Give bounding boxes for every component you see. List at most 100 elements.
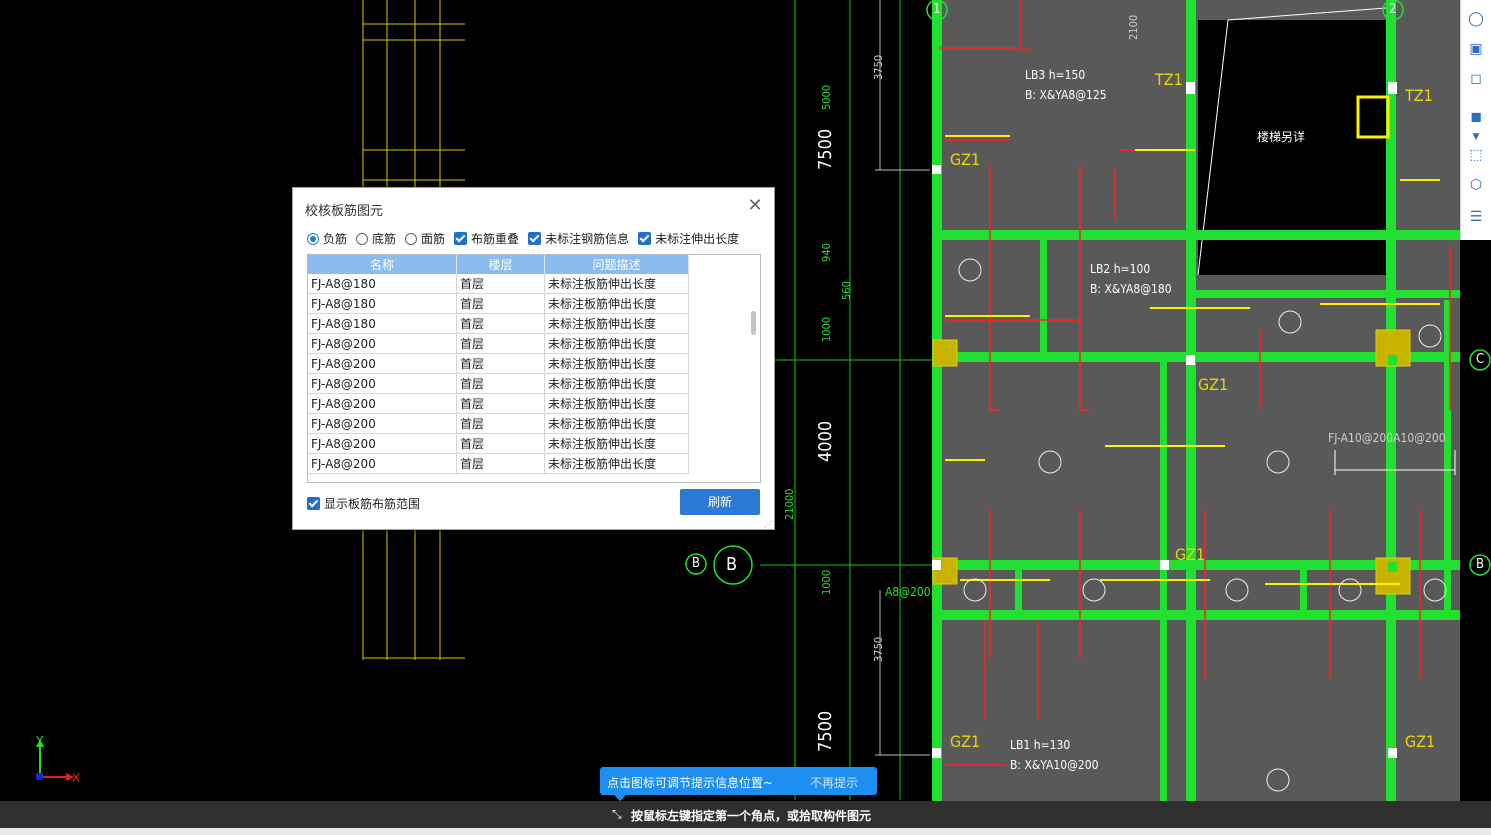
- checkbox-label: 未标注伸出长度: [655, 232, 740, 246]
- dimension-text: 21000: [783, 488, 796, 520]
- ucs-axis-icon: Y X: [35, 735, 80, 785]
- radio-label: 面筋: [421, 232, 446, 246]
- col-header-floor[interactable]: 楼层: [456, 255, 545, 274]
- checkbox-icon[interactable]: [638, 232, 652, 245]
- table-row[interactable]: FJ-A8@200 首层 未标注板筋伸出长度: [308, 353, 689, 374]
- box-icon[interactable]: ◻: [1466, 70, 1486, 88]
- cell-name: FJ-A8@180: [308, 274, 457, 294]
- resize-grip-icon[interactable]: ⋰: [764, 520, 772, 529]
- bottom-tabs-bar: [0, 828, 1491, 835]
- cell-name: FJ-A8@200: [308, 393, 457, 414]
- table-row[interactable]: FJ-A8@180 首层 未标注板筋伸出长度: [308, 293, 689, 314]
- table-row[interactable]: FJ-A8@200 首层 未标注板筋伸出长度: [308, 373, 689, 394]
- check-no-extension-length[interactable]: 未标注伸出长度: [638, 230, 739, 247]
- list-icon[interactable]: ☰: [1466, 208, 1486, 226]
- grid-mark: B: [692, 556, 701, 571]
- cube-icon[interactable]: ⬡: [1466, 176, 1486, 194]
- column-label: GZ1: [950, 150, 981, 169]
- radio-bottom-rebar[interactable]: 底筋: [356, 230, 396, 247]
- check-slab-rebar-dialog: 校核板筋图元 ✕ 负筋 底筋 面筋 布筋重叠 未标注钢筋信息 未标注伸出长度 名…: [292, 187, 775, 530]
- dialog-title: 校核板筋图元: [305, 204, 384, 219]
- radio-top-rebar[interactable]: 面筋: [405, 230, 445, 247]
- close-icon[interactable]: ✕: [746, 197, 764, 215]
- select-region-icon[interactable]: ⬚: [1466, 146, 1486, 164]
- dimension-text: 1000: [820, 569, 833, 595]
- axis-x-label: X: [72, 771, 80, 785]
- show-range-checkbox[interactable]: 显示板筋布筋范围: [307, 495, 420, 512]
- cell-name: FJ-A8@200: [308, 413, 457, 434]
- table-row[interactable]: FJ-A8@200 首层 未标注板筋伸出长度: [308, 433, 689, 454]
- radio-label: 负筋: [323, 232, 348, 246]
- radio-label: 底筋: [372, 232, 397, 246]
- column-label: GZ1: [950, 732, 981, 751]
- table-row[interactable]: FJ-A8@200 首层 未标注板筋伸出长度: [308, 413, 689, 434]
- column-label: GZ1: [1405, 732, 1436, 751]
- hint-tooltip[interactable]: 点击图标可调节提示信息位置~ 不再提示: [600, 767, 877, 801]
- radio-icon[interactable]: [356, 232, 369, 245]
- grid-mark: 2: [1389, 2, 1397, 17]
- dimension-text: 940: [820, 243, 833, 262]
- filter-options: 负筋 底筋 面筋 布筋重叠 未标注钢筋信息 未标注伸出长度: [307, 230, 748, 247]
- cell-floor: 首层: [456, 413, 545, 434]
- cell-issue: 未标注板筋伸出长度: [544, 453, 689, 474]
- slab-label: FJ-A10@200A10@200: [1328, 431, 1446, 445]
- 3d-icon[interactable]: ▣: [1466, 40, 1486, 58]
- view-sphere-icon[interactable]: ◯: [1466, 10, 1486, 28]
- cell-issue: 未标注板筋伸出长度: [544, 313, 689, 334]
- radio-negative-rebar[interactable]: 负筋: [307, 230, 347, 247]
- cell-name: FJ-A8@200: [308, 333, 457, 354]
- table-row[interactable]: FJ-A8@200 首层 未标注板筋伸出长度: [308, 453, 689, 474]
- issues-table[interactable]: 名称 楼层 问题描述 FJ-A8@180 首层 未标注板筋伸出长度 FJ-A8@180…: [307, 254, 761, 483]
- slab-label: B: X&YA8@180: [1090, 282, 1172, 296]
- grid-mark: B: [726, 554, 738, 575]
- cell-name: FJ-A8@200: [308, 353, 457, 374]
- slab-label: B: X&YA8@125: [1025, 88, 1107, 102]
- cell-issue: 未标注板筋伸出长度: [544, 274, 689, 294]
- check-no-rebar-info[interactable]: 未标注钢筋信息: [528, 230, 629, 247]
- table-row[interactable]: FJ-A8@180 首层 未标注板筋伸出长度: [308, 274, 689, 294]
- table-row[interactable]: FJ-A8@180 首层 未标注板筋伸出长度: [308, 313, 689, 334]
- slab-label: B: X&YA10@200: [1010, 758, 1099, 772]
- check-overlap[interactable]: 布筋重叠: [454, 230, 519, 247]
- checkbox-label: 显示板筋布筋范围: [324, 497, 421, 511]
- cell-floor: 首层: [456, 274, 545, 294]
- dimension-text: 4000: [815, 420, 836, 462]
- dimension-text: 560: [840, 281, 853, 300]
- box-solid-icon[interactable]: ◼: [1466, 108, 1486, 126]
- column-label: GZ1: [1175, 545, 1206, 564]
- slab-label: LB3 h=150: [1025, 68, 1086, 82]
- cell-name: FJ-A8@200: [308, 433, 457, 454]
- slab-label: 楼梯另详: [1257, 130, 1306, 144]
- col-header-issue[interactable]: 问题描述: [544, 255, 689, 274]
- view-toolbar: ◯ ▣ ◻ ◼ ▼ ⬚ ⬡ ☰: [1460, 0, 1491, 240]
- checkbox-icon[interactable]: [454, 232, 468, 245]
- command-prompt: 按鼠标左键指定第一个角点，或拾取构件图元: [631, 809, 872, 823]
- cell-floor: 首层: [456, 453, 545, 474]
- column-label: TZ1: [1155, 70, 1183, 89]
- refresh-button[interactable]: 刷新: [680, 489, 760, 515]
- cell-issue: 未标注板筋伸出长度: [544, 353, 689, 374]
- cell-issue: 未标注板筋伸出长度: [544, 373, 689, 394]
- radio-icon[interactable]: [405, 232, 418, 245]
- dimension-text: 3750: [872, 54, 885, 80]
- radio-icon[interactable]: [307, 232, 319, 245]
- cell-issue: 未标注板筋伸出长度: [544, 413, 689, 434]
- cell-floor: 首层: [456, 433, 545, 454]
- table-row[interactable]: FJ-A8@200 首层 未标注板筋伸出长度: [308, 333, 689, 354]
- cell-floor: 首层: [456, 373, 545, 394]
- table-scrollbar[interactable]: [751, 311, 756, 335]
- cell-floor: 首层: [456, 333, 545, 354]
- chevron-down-icon[interactable]: ▼: [1466, 128, 1486, 146]
- column-label: TZ1: [1405, 86, 1433, 105]
- slab-label: LB2 h=100: [1090, 262, 1151, 276]
- cell-issue: 未标注板筋伸出长度: [544, 393, 689, 414]
- dismiss-hint-link[interactable]: 不再提示: [810, 774, 858, 791]
- cell-name: FJ-A8@200: [308, 373, 457, 394]
- column-label: GZ1: [1198, 375, 1229, 394]
- table-row[interactable]: FJ-A8@200 首层 未标注板筋伸出长度: [308, 393, 689, 414]
- col-header-name[interactable]: 名称: [308, 255, 457, 274]
- checkbox-icon[interactable]: [528, 232, 542, 245]
- checkbox-icon[interactable]: [307, 497, 320, 510]
- dimension-text: 3750: [872, 636, 885, 662]
- dimension-text: 2100: [1127, 14, 1140, 40]
